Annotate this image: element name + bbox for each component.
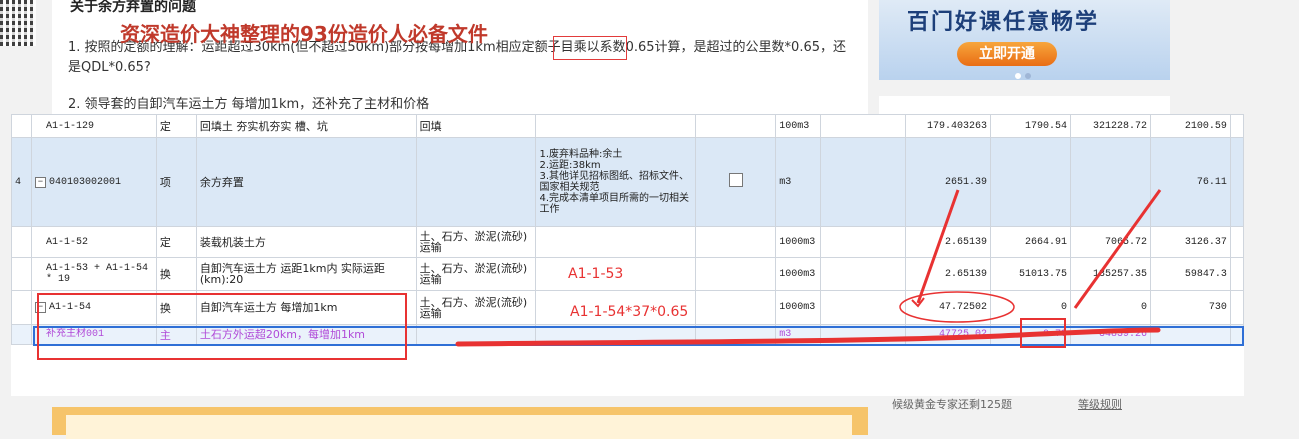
- annotation-strokes: [455, 189, 1162, 347]
- annotation-ellipse: [899, 291, 1015, 323]
- annotation-line-arrow: [1073, 189, 1162, 309]
- annotation-arrow: [916, 189, 960, 304]
- annotation-underline: [455, 327, 1161, 347]
